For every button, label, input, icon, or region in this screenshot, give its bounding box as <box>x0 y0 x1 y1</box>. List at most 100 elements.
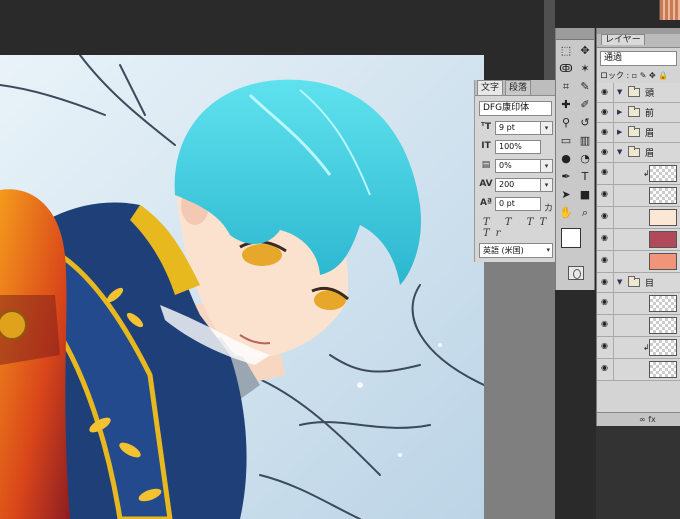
foreground-color-swatch[interactable] <box>561 228 581 248</box>
tracking-icon: AV <box>479 179 493 189</box>
font-size-dropdown[interactable]: ▾ <box>541 120 553 135</box>
hand-icon[interactable]: ✋ <box>557 204 575 221</box>
eye-icon[interactable]: ◉ <box>601 256 611 264</box>
eye-icon[interactable]: ◉ <box>601 342 611 350</box>
brush-icon[interactable]: ✐ <box>576 96 594 113</box>
eye-icon[interactable]: ◉ <box>601 168 611 176</box>
layer-row[interactable]: ◉ <box>597 207 680 229</box>
stamp-icon[interactable]: ⚲ <box>557 114 575 131</box>
layer-row[interactable]: ◉ <box>597 315 680 337</box>
zoom-icon[interactable]: ⌕ <box>576 204 594 221</box>
folder-icon <box>628 126 640 137</box>
tab-character[interactable]: 文字 <box>477 80 504 95</box>
layer-row[interactable]: ◉ ↲ <box>597 337 680 359</box>
tracking-dropdown[interactable]: ▾ <box>541 177 553 192</box>
layer-row[interactable]: ◉ <box>597 185 680 207</box>
eye-icon[interactable]: ◉ <box>601 320 611 328</box>
eye-icon[interactable]: ◉ <box>601 88 611 96</box>
eraser-icon[interactable]: ▭ <box>557 132 575 149</box>
layer-group-row[interactable]: ◉ ▼ 目 <box>597 273 680 293</box>
layer-group-row[interactable]: ◉ ▼ 眉 <box>597 143 680 163</box>
workspace-background-right <box>596 426 680 519</box>
character-panel: 文字 段落 DFG康印体 ᵀT 9 pt ▾ IT 100% ▤ 0% ▾ AV… <box>474 80 556 262</box>
tools-panel-grip[interactable] <box>556 28 594 40</box>
eyedropper-icon[interactable]: ✎ <box>576 78 594 95</box>
lock-label: ロック : <box>600 71 630 80</box>
color-swatches <box>561 228 591 258</box>
eye-icon[interactable]: ◉ <box>601 234 611 242</box>
blend-mode-select[interactable]: 通過 <box>600 51 677 66</box>
layer-group-row[interactable]: ◉ ▶ 眉 <box>597 123 680 143</box>
crop-icon[interactable]: ⌗ <box>557 78 575 95</box>
photoshop-window: 文字 段落 DFG康印体 ᵀT 9 pt ▾ IT 100% ▤ 0% ▾ AV… <box>0 0 680 519</box>
eye-icon[interactable]: ◉ <box>601 190 611 198</box>
eye-icon[interactable]: ◉ <box>601 298 611 306</box>
eye-icon[interactable]: ◉ <box>601 128 611 136</box>
layer-group-row[interactable]: ◉ ▶ 前 <box>597 103 680 123</box>
chevron-down-icon[interactable]: ▼ <box>617 278 622 286</box>
path-select-icon[interactable]: ➤ <box>557 186 575 203</box>
pen-icon[interactable]: ✒ <box>557 168 575 185</box>
tracking-row: AV 200 ▾ <box>479 177 556 192</box>
tab-layers[interactable]: レイヤー <box>601 34 645 45</box>
tracking-field[interactable]: 200 <box>495 177 541 192</box>
folder-icon <box>628 86 640 97</box>
type-icon[interactable]: T <box>576 168 594 185</box>
layer-group-row[interactable]: ◉ ▼ 頭 <box>597 83 680 103</box>
layer-row[interactable]: ◉ <box>597 229 680 251</box>
layer-row[interactable]: ◉ ↲ <box>597 163 680 185</box>
tsume-icon: ▤ <box>481 160 491 170</box>
tab-paragraph[interactable]: 段落 <box>505 80 532 95</box>
tsume-row: ▤ 0% ▾ <box>479 158 556 173</box>
layer-thumbnail <box>649 187 677 204</box>
antialias-label: カ <box>544 204 554 214</box>
quick-mask-icon[interactable] <box>568 266 584 280</box>
eye-icon[interactable]: ◉ <box>601 212 611 220</box>
chevron-right-icon[interactable]: ▶ <box>617 108 622 116</box>
chevron-down-icon[interactable]: ▼ <box>617 88 622 96</box>
layer-thumbnail <box>649 165 677 182</box>
language-select[interactable]: 英語 (米国) ▾ <box>479 243 553 258</box>
blur-icon[interactable]: ● <box>557 150 575 167</box>
eye-icon[interactable]: ◉ <box>601 108 611 116</box>
lock-icons[interactable]: ▫ ✎ ✥ 🔒 <box>632 71 668 80</box>
layer-thumbnail <box>649 253 677 270</box>
tsume-dropdown[interactable]: ▾ <box>541 158 553 173</box>
text-style-buttons[interactable]: T T TT Tr <box>483 217 556 239</box>
tsume-field[interactable]: 0% <box>495 158 541 173</box>
history-brush-icon[interactable]: ↺ <box>576 114 594 131</box>
magic-wand-icon[interactable]: ✶ <box>576 60 594 77</box>
chevron-right-icon[interactable]: ▶ <box>617 128 622 136</box>
layer-row[interactable]: ◉ <box>597 251 680 273</box>
font-size-field[interactable]: 9 pt <box>495 120 541 135</box>
font-family-field[interactable]: DFG康印体 <box>479 101 552 116</box>
layer-thumbnail <box>649 339 677 356</box>
eye-icon[interactable]: ◉ <box>601 364 611 372</box>
artwork-illustration <box>0 55 484 519</box>
vertical-scale-icon: IT <box>481 141 491 151</box>
dodge-icon[interactable]: ◔ <box>576 150 594 167</box>
tool-grid: ⬚ ✥ ↂ ✶ ⌗ ✎ ✚ ✐ ⚲ ↺ ▭ ▥ ● ◔ ✒ T ➤ ■ ✋ ⌕ <box>556 40 594 223</box>
folder-icon <box>628 146 640 157</box>
gradient-icon[interactable]: ▥ <box>576 132 594 149</box>
move-icon[interactable]: ✥ <box>576 42 594 59</box>
document-canvas[interactable] <box>0 55 484 519</box>
layer-row[interactable]: ◉ <box>597 293 680 315</box>
baseline-shift-field[interactable]: 0 pt <box>495 196 541 211</box>
workspace-background <box>484 262 555 519</box>
lasso-icon[interactable]: ↂ <box>557 60 575 77</box>
size-row: ᵀT 9 pt ▾ <box>479 120 556 135</box>
vertical-scale-field[interactable]: 100% <box>495 139 541 154</box>
shape-icon[interactable]: ■ <box>576 186 594 203</box>
layer-row[interactable]: ◉ <box>597 359 680 381</box>
navigator-thumbnail <box>659 0 680 20</box>
layer-name: 前 <box>645 109 655 119</box>
layer-thumbnail <box>649 317 677 334</box>
marquee-icon[interactable]: ⬚ <box>557 42 575 59</box>
eye-icon[interactable]: ◉ <box>601 278 611 286</box>
lock-row: ロック : ▫ ✎ ✥ 🔒 <box>600 69 680 83</box>
layers-footer[interactable]: ∞ fx <box>597 412 680 426</box>
chevron-down-icon[interactable]: ▼ <box>617 148 622 156</box>
heal-icon[interactable]: ✚ <box>557 96 575 113</box>
eye-icon[interactable]: ◉ <box>601 148 611 156</box>
